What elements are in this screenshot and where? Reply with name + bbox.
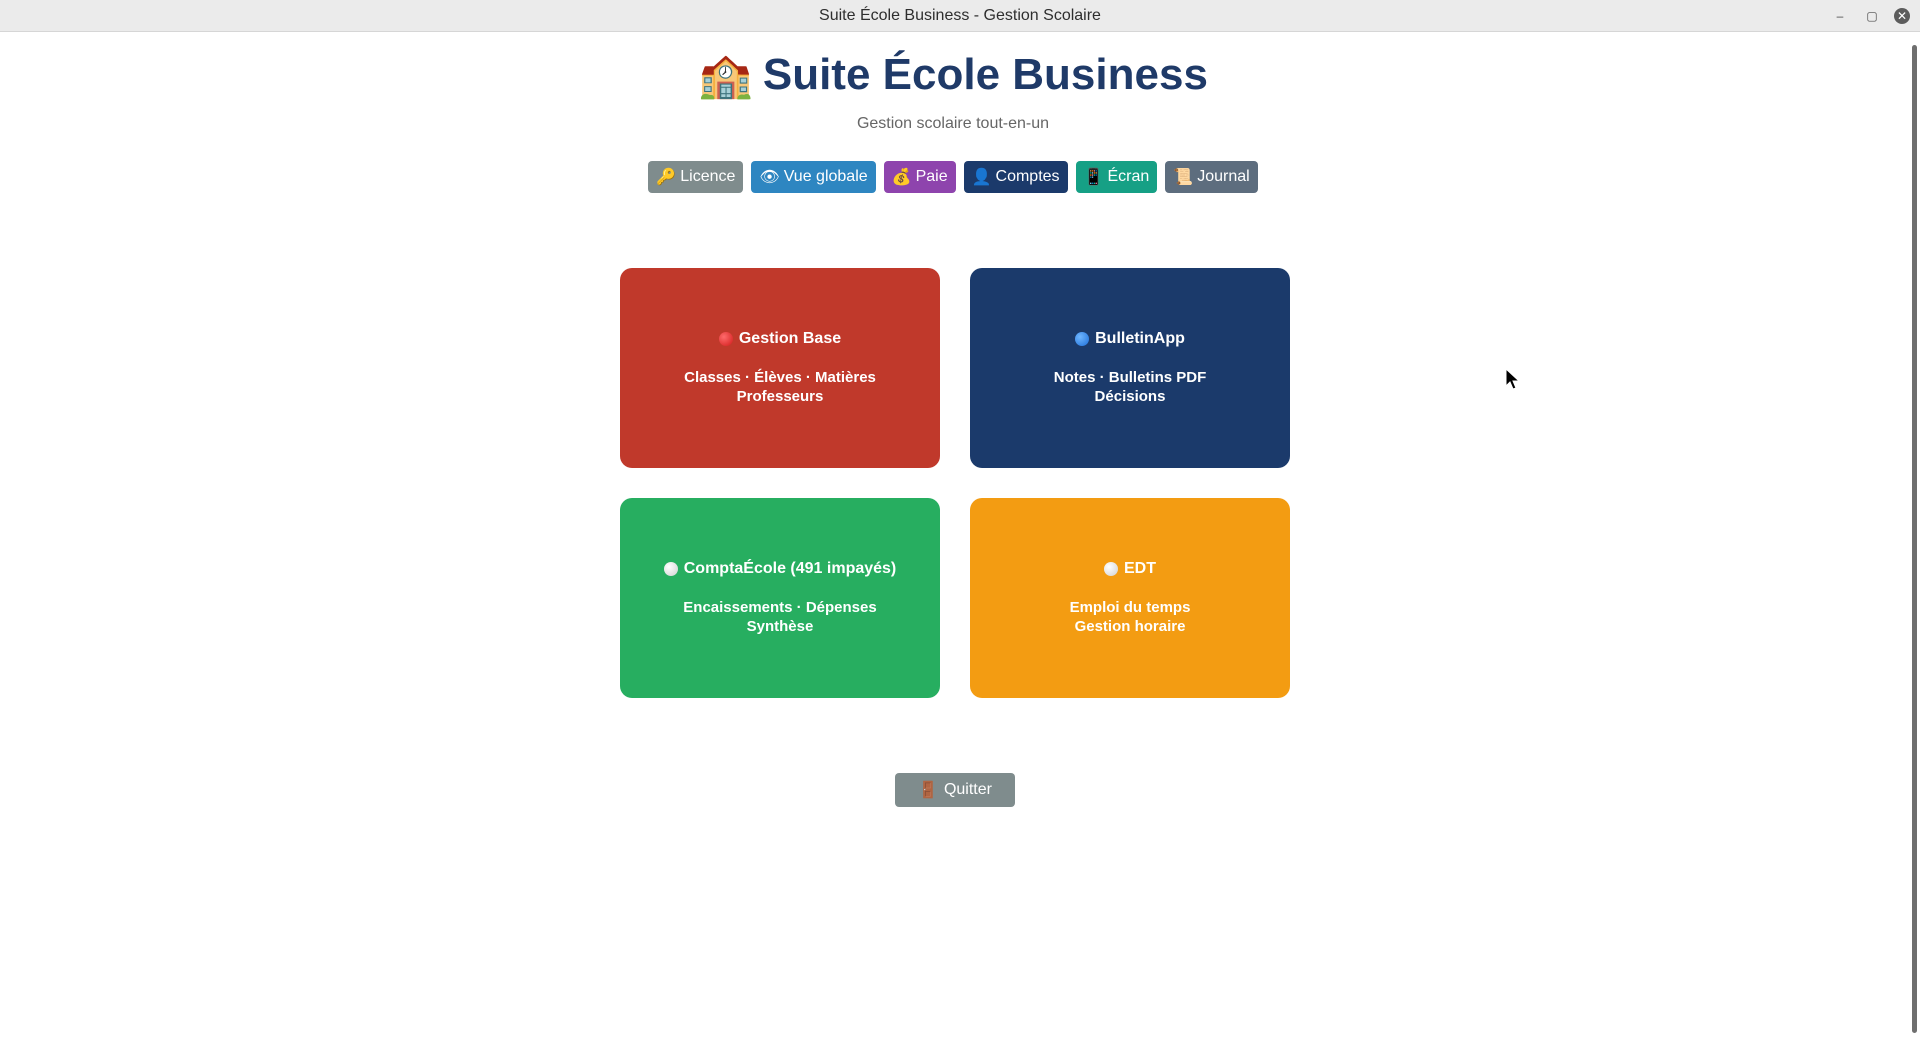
comptes-button[interactable]: 👤 Comptes — [963, 161, 1068, 193]
paie-label: Paie — [915, 168, 948, 185]
window-controls: – ▢ ✕ — [1818, 0, 1910, 32]
gestion-base-title: Gestion Base — [718, 330, 842, 348]
vue-globale-button[interactable]: 👁 Vue globale — [751, 161, 876, 193]
licence-button[interactable]: 🔑 Licence — [648, 161, 744, 193]
scroll-icon: 📜 — [1173, 169, 1194, 186]
journal-label: Journal — [1197, 168, 1250, 185]
window-title: Suite École Business - Gestion Scolaire — [819, 7, 1101, 24]
gestion-base-line2: Professeurs — [736, 388, 824, 405]
gestion-base-title-text: Gestion Base — [738, 330, 842, 347]
compta-ecole-title-text: ComptaÉcole (491 impayés) — [683, 560, 897, 577]
compta-ecole-line2: Synthèse — [746, 618, 814, 635]
toolbar: 🔑 Licence 👁 Vue globale 💰 Paie 👤 Comptes… — [0, 161, 1906, 193]
comptes-label: Comptes — [995, 168, 1060, 185]
maximize-button[interactable]: ▢ — [1862, 6, 1882, 26]
ecran-label: Écran — [1107, 168, 1150, 185]
edt-card[interactable]: EDT Emploi du temps Gestion horaire — [970, 498, 1290, 698]
bulletin-app-title: BulletinApp — [1075, 330, 1185, 348]
close-button[interactable]: ✕ — [1894, 8, 1910, 24]
ecran-button[interactable]: 📱 Écran — [1075, 161, 1158, 193]
licence-label: Licence — [680, 168, 736, 185]
gestion-base-description: Classes · Élèves · Matières Professeurs — [684, 368, 876, 406]
header: 🏫 Suite École Business Gestion scolaire … — [0, 49, 1906, 133]
school-icon: 🏫 — [698, 51, 753, 100]
red-circle-icon — [718, 332, 733, 346]
phone-icon: 📱 — [1083, 169, 1104, 186]
white-circle-icon — [1104, 562, 1118, 576]
quit-label: Quitter — [943, 781, 992, 798]
bulletin-app-card[interactable]: BulletinApp Notes · Bulletins PDF Décisi… — [970, 268, 1290, 468]
compta-ecole-title: ComptaÉcole (491 impayés) — [663, 560, 897, 578]
window-titlebar: Suite École Business - Gestion Scolaire … — [0, 0, 1920, 32]
edt-description: Emploi du temps Gestion horaire — [1070, 598, 1191, 636]
main-content: 🏫 Suite École Business Gestion scolaire … — [0, 33, 1906, 1040]
bulletin-app-description: Notes · Bulletins PDF Décisions — [1054, 368, 1207, 406]
edt-line2: Gestion horaire — [1074, 618, 1186, 635]
bulletin-app-title-text: BulletinApp — [1095, 330, 1185, 347]
compta-ecole-description: Encaissements · Dépenses Synthèse — [683, 598, 876, 636]
vue-globale-label: Vue globale — [783, 168, 868, 185]
edt-line1: Emploi du temps — [1069, 599, 1191, 616]
journal-button[interactable]: 📜 Journal — [1165, 161, 1258, 193]
bulletin-app-line2: Décisions — [1094, 388, 1166, 405]
app-title-text: Suite École Business — [762, 50, 1208, 99]
compta-ecole-card[interactable]: ComptaÉcole (491 impayés) Encaissements … — [620, 498, 940, 698]
eye-icon: 👁 — [759, 169, 780, 186]
paie-button[interactable]: 💰 Paie — [883, 161, 956, 193]
scrollbar-thumb[interactable] — [1912, 45, 1917, 1033]
quit-button[interactable]: 🚪 Quitter — [895, 773, 1015, 807]
door-icon: 🚪 — [918, 782, 938, 799]
edt-title-text: EDT — [1124, 560, 1156, 577]
mouse-cursor-icon — [1505, 368, 1521, 390]
minimize-button[interactable]: – — [1830, 6, 1850, 26]
white-circle-icon — [663, 562, 678, 576]
key-icon: 🔑 — [656, 169, 677, 186]
money-bag-icon: 💰 — [891, 169, 912, 186]
app-title: 🏫 Suite École Business — [698, 49, 1208, 101]
user-icon: 👤 — [971, 169, 992, 186]
gestion-base-line1: Classes · Élèves · Matières — [684, 369, 876, 386]
bulletin-app-line1: Notes · Bulletins PDF — [1053, 369, 1207, 386]
gestion-base-card[interactable]: Gestion Base Classes · Élèves · Matières… — [620, 268, 940, 468]
compta-ecole-line1: Encaissements · Dépenses — [683, 599, 877, 616]
blue-circle-icon — [1075, 332, 1090, 346]
app-subtitle: Gestion scolaire tout-en-un — [856, 115, 1050, 132]
vertical-scrollbar[interactable] — [1906, 33, 1920, 1040]
edt-title: EDT — [1104, 560, 1156, 578]
